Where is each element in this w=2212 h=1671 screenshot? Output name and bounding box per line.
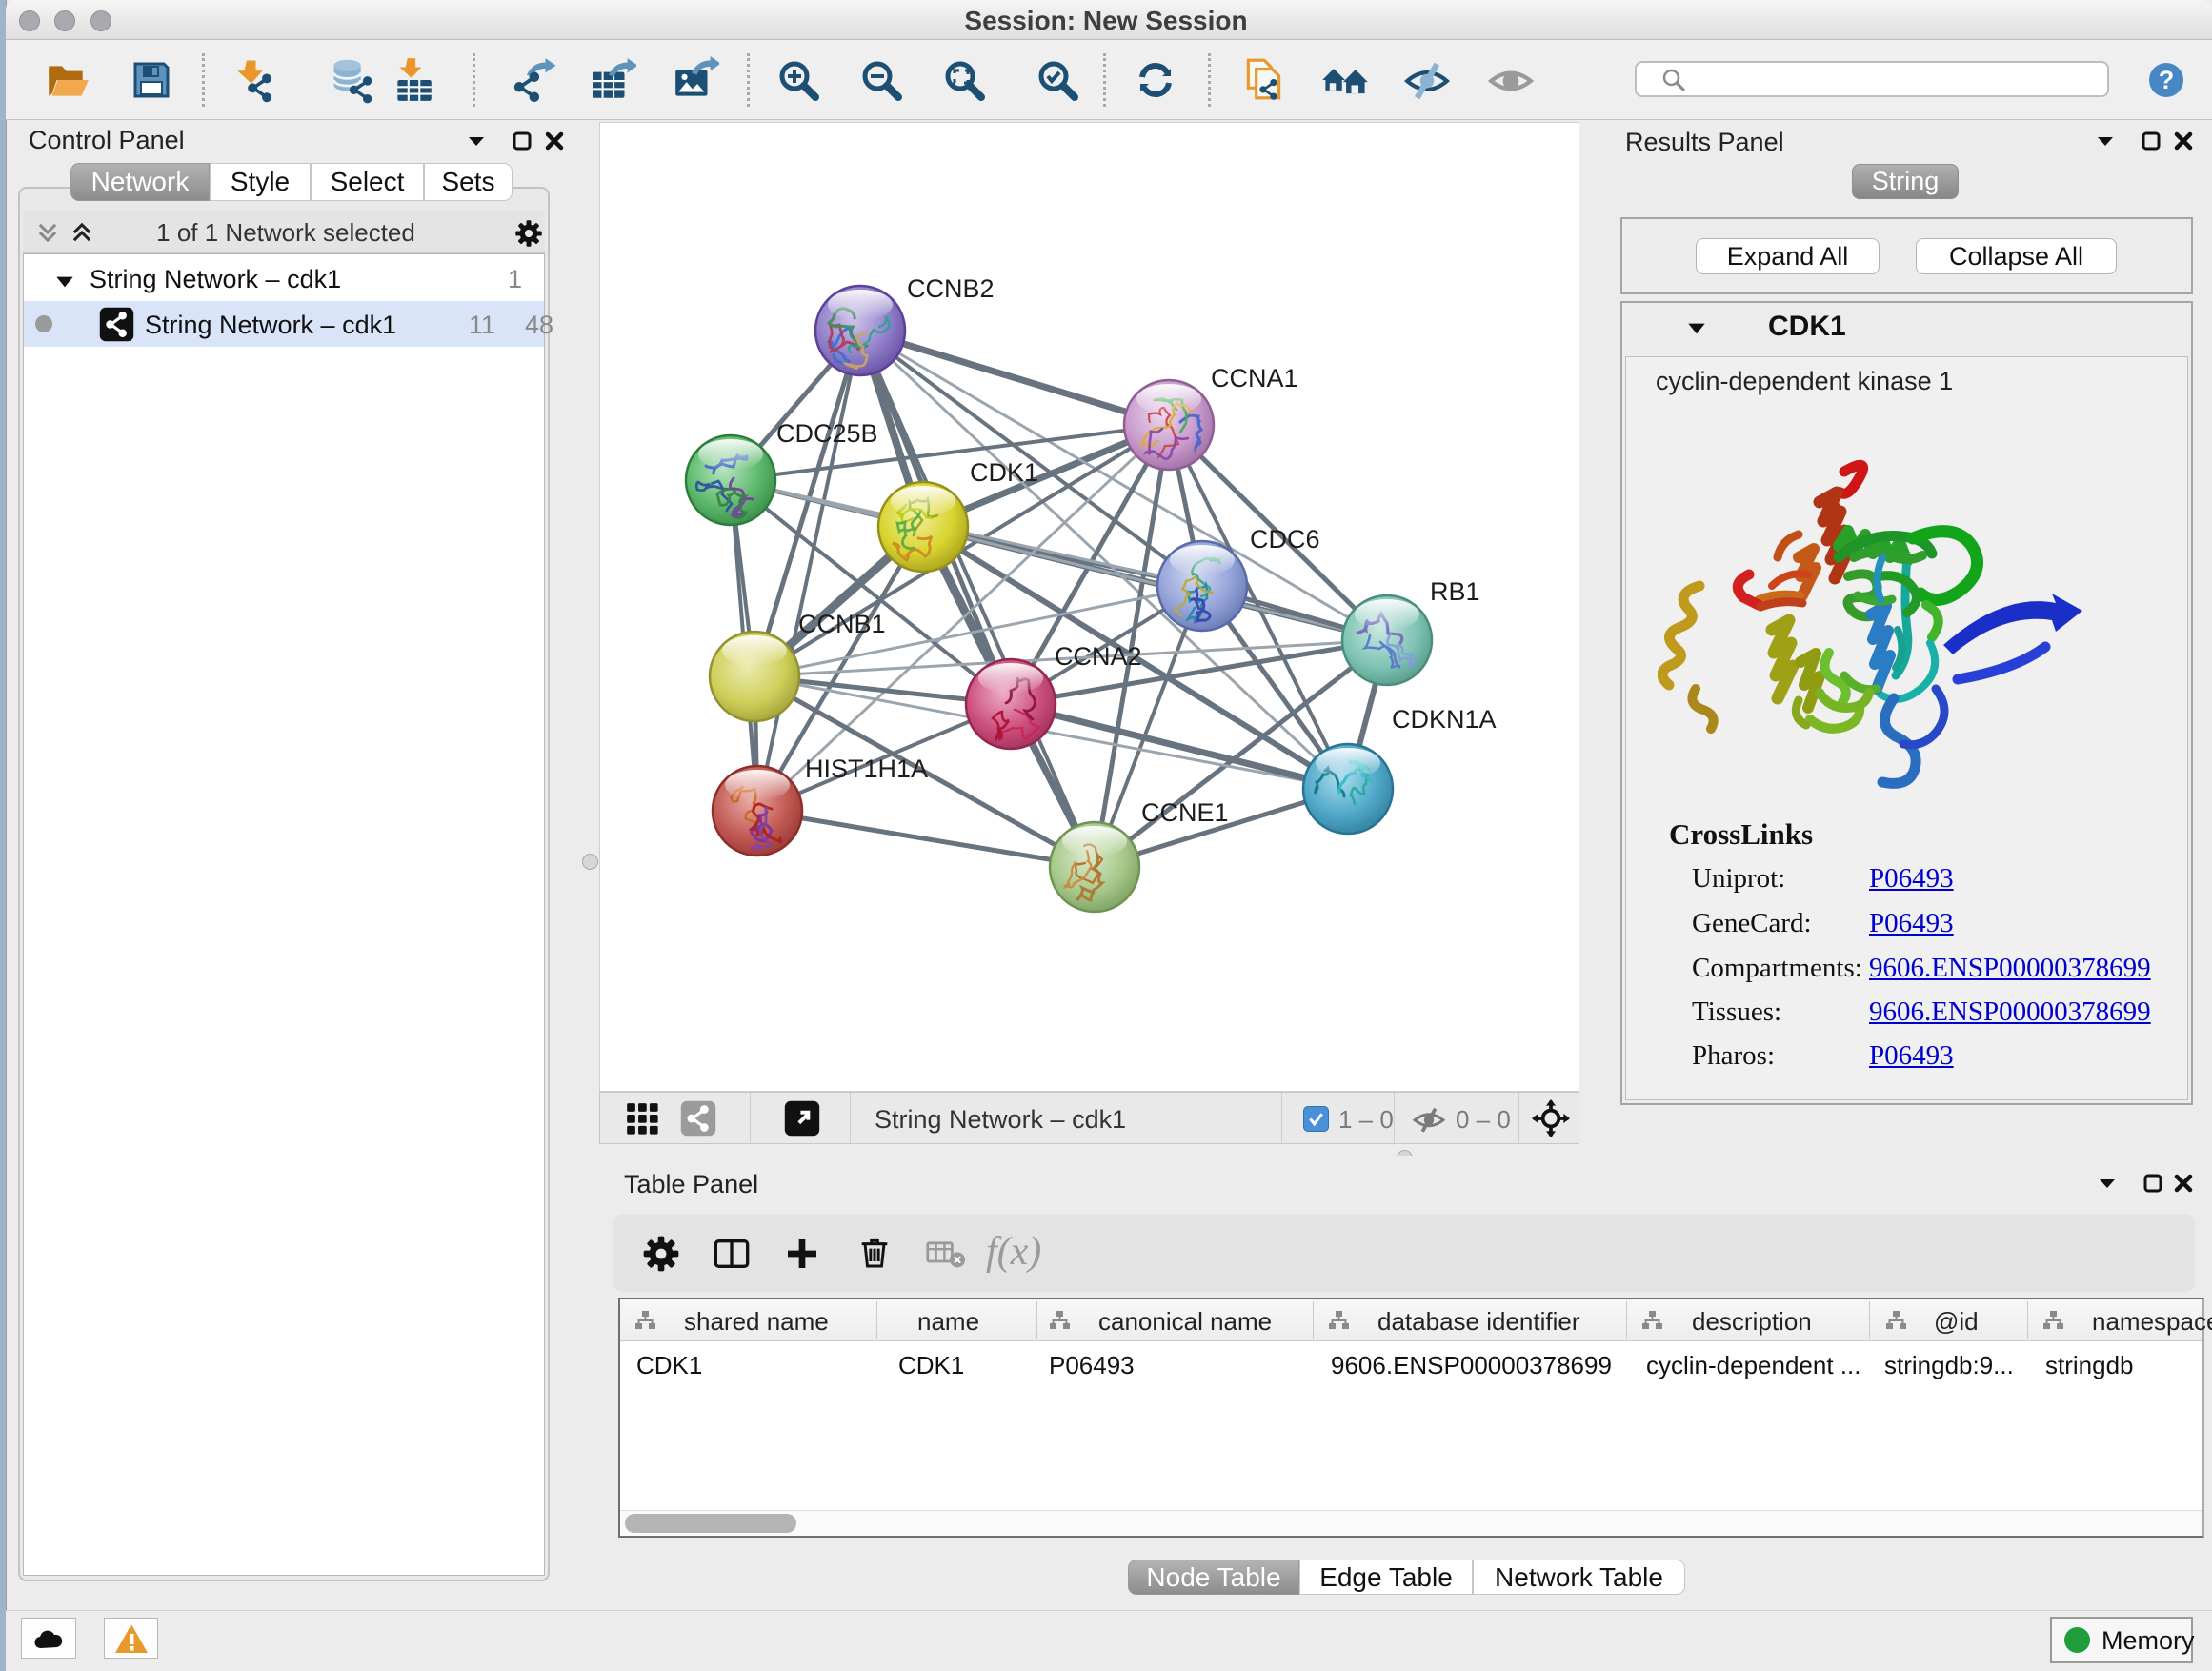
svg-text:CDK1: CDK1 [970, 458, 1038, 487]
svg-text:CCNA1: CCNA1 [1211, 364, 1298, 393]
svg-text:CCNB1: CCNB1 [798, 610, 886, 638]
svg-text:HIST1H1A: HIST1H1A [805, 755, 928, 783]
svg-text:CCNA2: CCNA2 [1055, 642, 1142, 671]
svg-text:RB1: RB1 [1430, 577, 1480, 606]
svg-text:CCNE1: CCNE1 [1141, 798, 1229, 827]
svg-text:CDKN1A: CDKN1A [1392, 705, 1497, 734]
svg-text:CDC6: CDC6 [1250, 525, 1320, 554]
svg-text:CCNB2: CCNB2 [907, 274, 995, 303]
svg-text:CDC25B: CDC25B [776, 419, 878, 448]
